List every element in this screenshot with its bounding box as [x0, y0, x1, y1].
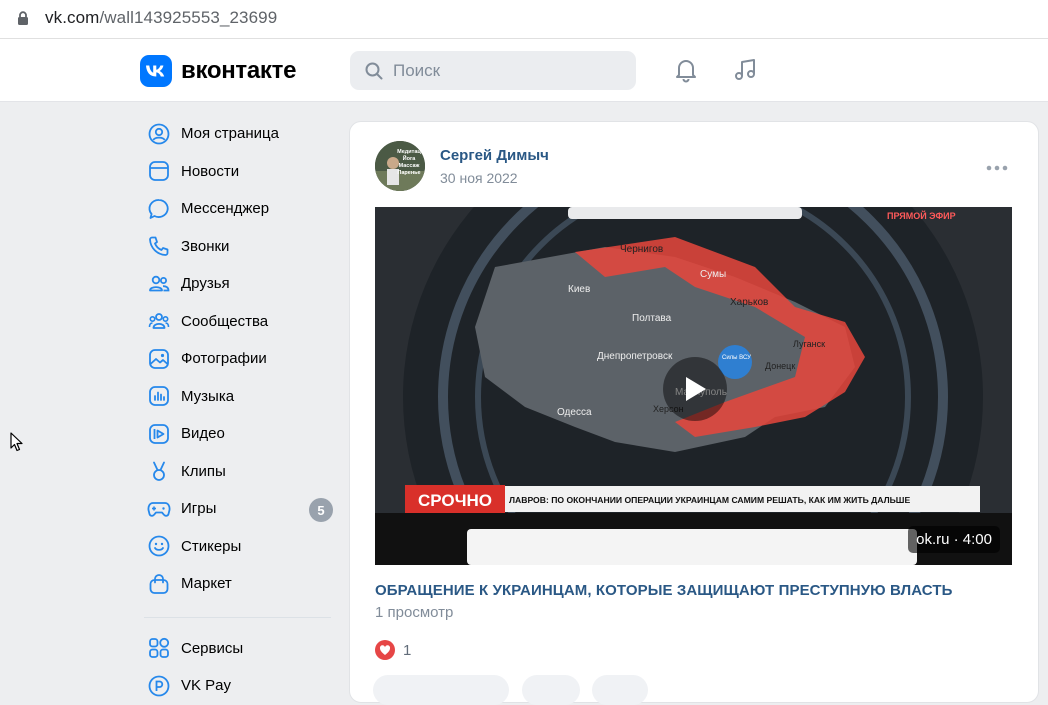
phone-icon — [144, 235, 174, 257]
map-label: Силы ВСУ — [722, 355, 751, 361]
nav-item-stickers[interactable]: Стикеры — [140, 528, 335, 566]
like-button[interactable]: 1 — [375, 640, 411, 660]
like-count: 1 — [403, 641, 412, 659]
lock-icon — [17, 11, 29, 31]
more-options-icon[interactable] — [986, 158, 1008, 176]
nav-item-clips[interactable]: Клипы — [140, 453, 335, 491]
nav-item-communities[interactable]: Сообщества — [140, 303, 335, 341]
post-author[interactable]: Сергей Димыч — [440, 147, 549, 164]
music-note-icon[interactable] — [732, 57, 758, 83]
nav-label: Сервисы — [181, 639, 244, 657]
search-icon — [365, 62, 383, 80]
browser-url-bar[interactable]: vk.com/wall143925553_23699 — [0, 0, 1048, 39]
map-label: Киев — [568, 284, 590, 295]
nav-item-friends[interactable]: Друзья — [140, 265, 335, 303]
author-avatar[interactable]: Медитац Йога Массаж Паренье — [375, 141, 425, 191]
nav-label: Друзья — [181, 275, 230, 293]
gamepad-icon — [144, 498, 174, 520]
nav-label: Сообщества — [181, 312, 269, 330]
vk-logo-mark — [140, 55, 172, 87]
nav-divider — [144, 616, 331, 618]
music-icon — [144, 385, 174, 407]
video-thumbnail[interactable]: Чернигов Сумы Киев Харьков Полтава Днепр… — [375, 207, 1012, 565]
nav-label: Моя страница — [181, 125, 279, 143]
nav-item-my-page[interactable]: Моя страница — [140, 115, 335, 153]
nav-label: Фотографии — [181, 350, 267, 368]
url-host: vk.com — [45, 8, 100, 27]
breaking-label: СРОЧНО — [418, 491, 492, 510]
bag-icon — [144, 573, 174, 595]
nav-item-messenger[interactable]: Мессенджер — [140, 190, 335, 228]
map-label: Харьков — [730, 297, 768, 308]
communities-icon — [144, 310, 174, 332]
mouse-cursor-icon — [10, 432, 24, 457]
photo-icon — [144, 348, 174, 370]
map-label: Луганск — [793, 339, 825, 349]
url-path: /wall143925553_23699 — [99, 8, 278, 27]
video-views: 1 просмотр — [375, 604, 454, 621]
nav-item-music[interactable]: Музыка — [140, 378, 335, 416]
nav-label: Мессенджер — [181, 200, 270, 218]
wall-post-card: Медитац Йога Массаж Паренье Сергей Димыч… — [349, 121, 1039, 705]
nav-label: Звонки — [181, 237, 230, 255]
vk-logo-text: вконтакте — [181, 57, 297, 84]
url-text[interactable]: vk.com/wall143925553_23699 — [45, 8, 277, 28]
bell-icon[interactable] — [673, 57, 699, 83]
services-icon — [144, 637, 174, 659]
friends-icon — [144, 273, 174, 295]
nav-label: Музыка — [181, 387, 235, 405]
nav-item-games[interactable]: Игры 5 — [140, 490, 335, 528]
nav-item-video[interactable]: Видео — [140, 415, 335, 453]
nav-label: Новости — [181, 162, 240, 180]
svg-text:Массаж: Массаж — [399, 163, 420, 169]
post-action-button[interactable] — [592, 675, 648, 705]
vkpay-icon — [144, 675, 174, 697]
nav-item-services[interactable]: Сервисы — [140, 630, 335, 668]
message-icon — [144, 198, 174, 220]
heart-icon — [375, 640, 395, 660]
post-action-button[interactable] — [373, 675, 509, 705]
video-icon — [144, 423, 174, 445]
post-action-button[interactable] — [522, 675, 580, 705]
live-badge: ПРЯМОЙ ЭФИР — [887, 210, 956, 221]
smile-icon — [144, 535, 174, 557]
clips-icon — [144, 460, 174, 482]
nav-label: Маркет — [181, 575, 232, 593]
video-source-duration: ok.ru · 4:00 — [908, 526, 1000, 553]
nav-item-photos[interactable]: Фотографии — [140, 340, 335, 378]
play-icon — [686, 377, 706, 401]
map-label: Сумы — [700, 269, 726, 280]
play-button[interactable] — [663, 357, 727, 421]
nav-item-market[interactable]: Маркет — [140, 565, 335, 603]
left-nav: Моя страница Новости Мессенджер Звонки Д… — [140, 115, 335, 705]
games-count-badge: 5 — [309, 498, 333, 522]
map-label: Чернигов — [620, 244, 663, 255]
nav-label: Клипы — [181, 462, 226, 480]
vk-logo[interactable]: вконтакте — [140, 55, 296, 87]
post-date[interactable]: 30 ноя 2022 — [440, 170, 518, 186]
map-label: Одесса — [557, 407, 592, 418]
nav-item-calls[interactable]: Звонки — [140, 228, 335, 266]
map-label: Днепропетровск — [597, 351, 673, 362]
nav-label: VK Pay — [181, 677, 232, 695]
nav-label: Стикеры — [181, 537, 242, 555]
site-header: вконтакте — [0, 39, 1048, 102]
map-label: Донецк — [765, 361, 795, 371]
search-box[interactable] — [350, 51, 636, 90]
nav-item-news[interactable]: Новости — [140, 153, 335, 191]
svg-text:Медитац: Медитац — [397, 149, 421, 155]
ticker-text: ЛАВРОВ: ПО ОКОНЧАНИИ ОПЕРАЦИИ УКРАИНЦАМ … — [509, 495, 910, 505]
nav-item-vkpay[interactable]: VK Pay — [140, 667, 335, 705]
nav-label: Видео — [181, 425, 225, 443]
map-label: Полтава — [632, 313, 672, 324]
search-input[interactable] — [391, 59, 615, 82]
video-title[interactable]: ОБРАЩЕНИЕ К УКРАИНЦАМ, КОТОРЫЕ ЗАЩИЩАЮТ … — [375, 582, 952, 599]
svg-text:Йога: Йога — [403, 154, 417, 162]
user-circle-icon — [144, 123, 174, 145]
newsfeed-icon — [144, 160, 174, 182]
svg-text:Паренье: Паренье — [397, 170, 420, 176]
